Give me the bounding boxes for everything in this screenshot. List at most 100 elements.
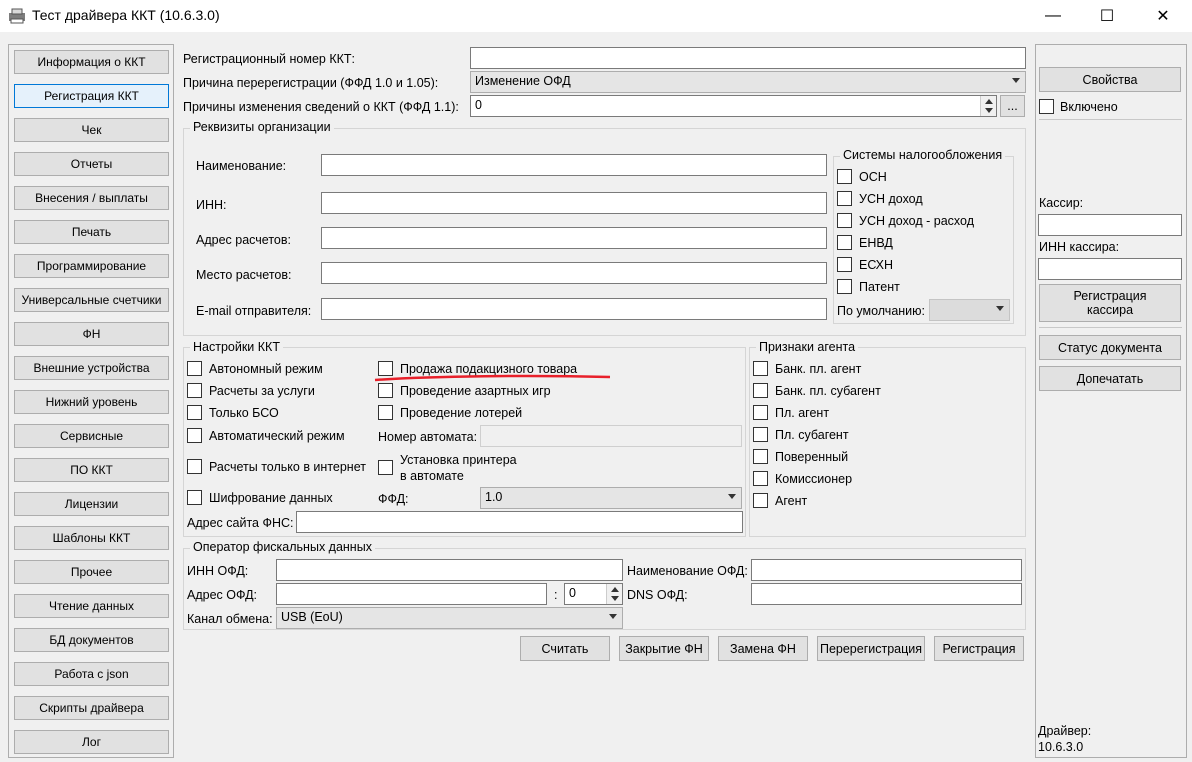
nav-item-19[interactable]: Скрипты драйвера [14,696,169,720]
nav-item-1[interactable]: Регистрация ККТ [14,84,169,108]
tax-checkbox-0[interactable] [837,169,852,184]
reprint-button[interactable]: Допечатать [1039,366,1181,391]
org-inn-label: ИНН: [196,198,227,212]
spinner-icon[interactable] [980,96,996,116]
spinner-icon[interactable] [606,584,622,604]
nav-item-7[interactable]: Универсальные счетчики [14,288,169,312]
org-place-input[interactable] [321,262,827,284]
agent-checkbox-2[interactable] [753,405,768,420]
tax-checkbox-1[interactable] [837,191,852,206]
nav-item-18[interactable]: Работа с json [14,662,169,686]
setting-checkbox-4[interactable] [187,459,202,474]
setting-checkbox-3[interactable] [187,428,202,443]
machine-number-input[interactable] [480,425,742,447]
agent-label-6: Агент [775,494,808,508]
nav-item-12[interactable]: ПО ККТ [14,458,169,482]
ffd-select[interactable]: 1.0 [480,487,742,509]
nav-item-17[interactable]: БД документов [14,628,169,652]
ofd-inn-input[interactable] [276,559,623,581]
more-button[interactable]: ... [1000,95,1025,117]
agent-checkbox-6[interactable] [753,493,768,508]
setting-checkbox-0[interactable] [187,361,202,376]
change-reasons-input[interactable]: 0 [470,95,997,117]
nav-item-13[interactable]: Лицензии [14,492,169,516]
rereg-reason-value: Изменение ОФД [475,74,571,88]
org-address-label: Адрес расчетов: [196,233,291,247]
org-inn-input[interactable] [321,192,827,214]
agent-checkbox-4[interactable] [753,449,768,464]
ofd-address-input[interactable] [276,583,547,605]
nav-item-6[interactable]: Программирование [14,254,169,278]
nav-item-16[interactable]: Чтение данных [14,594,169,618]
document-status-button[interactable]: Статус документа [1039,335,1181,360]
setting-right-checkbox-1[interactable] [378,383,393,398]
tax-label-1: УСН доход [859,192,923,206]
org-address-input[interactable] [321,227,827,249]
maximize-icon: ☐ [1099,8,1115,25]
agent-checkbox-3[interactable] [753,427,768,442]
agent-checkbox-0[interactable] [753,361,768,376]
tax-checkbox-3[interactable] [837,235,852,250]
setting-label-1: Расчеты за услуги [209,384,315,398]
setting-label-0: Автономный режим [209,362,323,376]
tax-default-select[interactable] [929,299,1010,321]
nav-item-9[interactable]: Внешние устройства [14,356,169,380]
properties-button[interactable]: Свойства [1039,67,1181,92]
ofd-name-input[interactable] [751,559,1022,581]
nav-item-2[interactable]: Чек [14,118,169,142]
nav-item-0[interactable]: Информация о ККТ [14,50,169,74]
nav-panel: Информация о ККТ Регистрация ККТ Чек Отчеты… [8,44,174,758]
ffd-value: 1.0 [485,490,503,504]
reregistration-button[interactable]: Перерегистрация [817,636,925,661]
rereg-reason-select[interactable]: Изменение ОФД [470,71,1026,93]
minimize-button[interactable]: — [1030,0,1076,32]
nav-item-5[interactable]: Печать [14,220,169,244]
nav-item-20[interactable]: Лог [14,730,169,754]
tax-label-2: УСН доход - расход [859,214,974,228]
cashier-registration-button[interactable]: Регистрация кассира [1039,284,1181,322]
tax-label-4: ЕСХН [859,258,894,272]
nav-item-3[interactable]: Отчеты [14,152,169,176]
org-email-input[interactable] [321,298,827,320]
registration-button[interactable]: Регистрация [934,636,1024,661]
ofd-port-input[interactable]: 0 [564,583,623,605]
maximize-button[interactable]: ☐ [1084,0,1130,32]
nav-item-15[interactable]: Прочее [14,560,169,584]
read-button[interactable]: Считать [520,636,610,661]
nav-item-14[interactable]: Шаблоны ККТ [14,526,169,550]
agent-checkbox-5[interactable] [753,471,768,486]
setting-checkbox-1[interactable] [187,383,202,398]
fns-site-label: Адрес сайта ФНС: [187,516,294,530]
close-button[interactable]: ✕ [1140,0,1186,32]
reg-number-label: Регистрационный номер ККТ: [183,52,355,66]
replace-fn-button[interactable]: Замена ФН [718,636,808,661]
setting-right-checkbox-2[interactable] [378,405,393,420]
tax-checkbox-5[interactable] [837,279,852,294]
ofd-channel-label: Канал обмена: [187,612,273,626]
fns-site-input[interactable] [296,511,743,533]
enabled-checkbox[interactable] [1039,99,1054,114]
nav-item-10[interactable]: Нижний уровень [14,390,169,414]
nav-item-4[interactable]: Внесения / выплаты [14,186,169,210]
ofd-dns-input[interactable] [751,583,1022,605]
nav-item-8[interactable]: ФН [14,322,169,346]
ofd-channel-select[interactable]: USB (EoU) [276,607,623,629]
setting-checkbox-2[interactable] [187,405,202,420]
divider [1039,119,1182,120]
agent-label-3: Пл. субагент [775,428,849,442]
nav-item-11[interactable]: Сервисные [14,424,169,448]
change-reasons-label: Причины изменения сведений о ККТ (ФФД 1.… [183,100,459,114]
cashier-inn-input[interactable] [1038,258,1182,280]
tax-checkbox-2[interactable] [837,213,852,228]
reg-number-input[interactable] [470,47,1026,69]
tax-checkbox-4[interactable] [837,257,852,272]
cashier-input[interactable] [1038,214,1182,236]
ofd-port-value: 0 [569,586,576,600]
printer-install-checkbox[interactable] [378,460,393,475]
agent-checkbox-1[interactable] [753,383,768,398]
close-fn-button[interactable]: Закрытие ФН [619,636,709,661]
org-name-input[interactable] [321,154,827,176]
ofd-inn-label: ИНН ОФД: [187,564,249,578]
tax-label-3: ЕНВД [859,236,893,250]
setting-checkbox-5[interactable] [187,490,202,505]
